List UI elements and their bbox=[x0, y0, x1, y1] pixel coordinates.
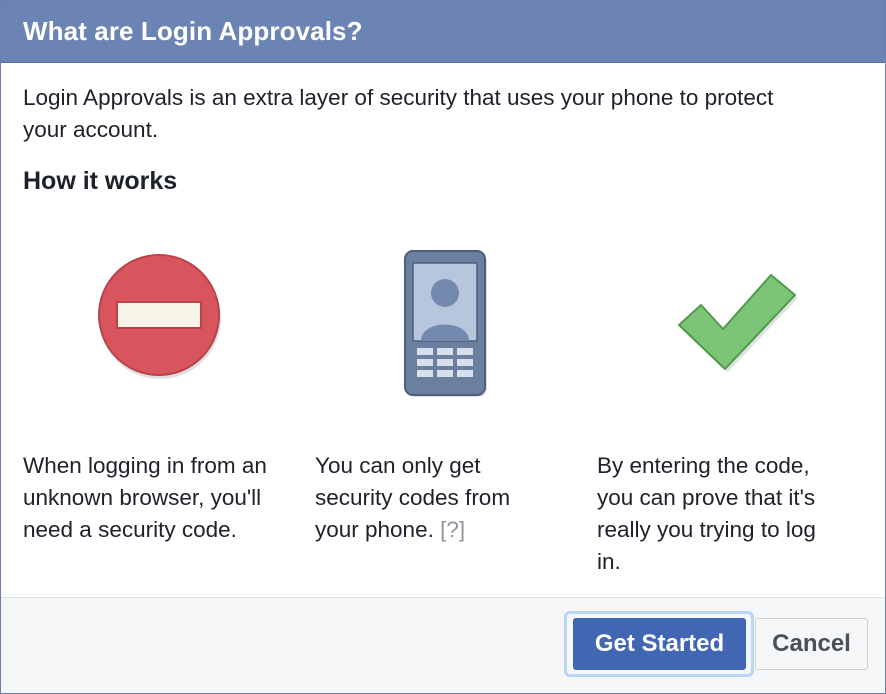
step-line: You can only get bbox=[315, 453, 481, 478]
step-2-text: You can only get security codes from you… bbox=[315, 450, 575, 546]
step-3-text: By entering the code, you can prove that… bbox=[597, 450, 867, 578]
step-line: unknown browser, you'll bbox=[23, 485, 262, 510]
dialog-title: What are Login Approvals? bbox=[23, 16, 363, 46]
step-line-text: your phone. bbox=[315, 517, 434, 542]
step-line: your phone. [?] bbox=[315, 514, 575, 546]
checkmark-icon bbox=[673, 263, 803, 373]
help-link[interactable]: [?] bbox=[440, 517, 465, 542]
dialog-header: What are Login Approvals? bbox=[1, 1, 885, 63]
step-line: you can prove that it's bbox=[597, 485, 816, 510]
login-approvals-dialog: What are Login Approvals? Login Approval… bbox=[0, 0, 886, 694]
step-line: really you trying to log bbox=[597, 517, 816, 542]
intro-line: Login Approvals is an extra layer of sec… bbox=[23, 85, 774, 110]
get-started-button[interactable]: Get Started bbox=[573, 618, 746, 670]
step-line: need a security code. bbox=[23, 517, 237, 542]
step-line: security codes from bbox=[315, 485, 511, 510]
cancel-button[interactable]: Cancel bbox=[755, 618, 868, 670]
intro-text: Login Approvals is an extra layer of sec… bbox=[23, 82, 863, 146]
step-line: By entering the code, bbox=[597, 453, 810, 478]
step-1-text: When logging in from an unknown browser,… bbox=[23, 450, 303, 546]
step-line: When logging in from an bbox=[23, 453, 267, 478]
intro-line: your account. bbox=[23, 117, 159, 142]
step-line: in. bbox=[597, 549, 621, 574]
section-heading: How it works bbox=[23, 167, 178, 195]
no-entry-icon bbox=[97, 253, 227, 383]
phone-icon bbox=[403, 249, 489, 399]
